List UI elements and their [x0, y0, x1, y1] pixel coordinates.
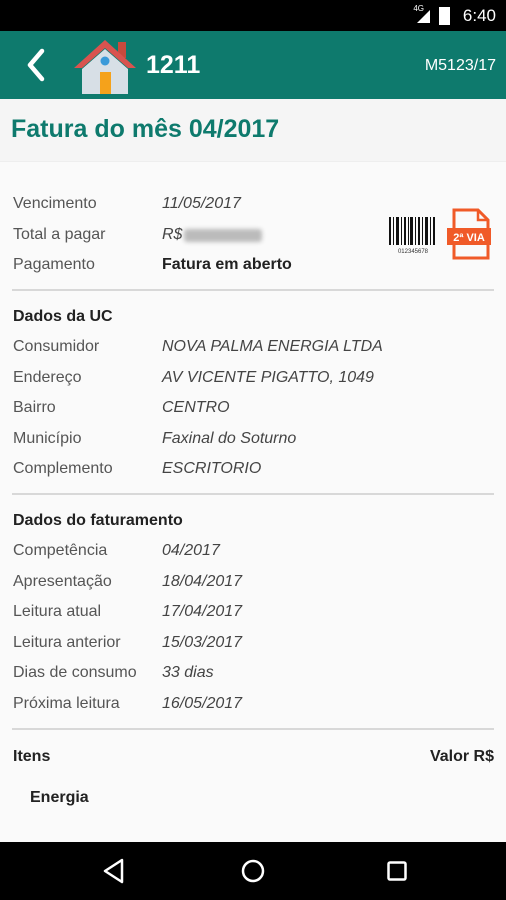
status-time: 6:40 — [462, 6, 496, 25]
divider — [12, 289, 494, 291]
invoice-content: Vencimento 11/05/2017 Total a pagar R$ P… — [0, 162, 506, 842]
payment-row: Pagamento Fatura em aberto — [13, 252, 493, 278]
due-date-label: Vencimento — [13, 195, 97, 212]
uc-number: 1211 — [146, 51, 201, 79]
previous-reading-value: 15/03/2017 — [162, 634, 243, 651]
presentation-row: Apresentação 18/04/2017 — [13, 569, 493, 595]
presentation-label: Apresentação — [13, 573, 112, 590]
complement-label: Complemento — [13, 460, 113, 477]
next-reading-value: 16/05/2017 — [162, 695, 243, 712]
consumption-days-value: 33 dias — [162, 664, 214, 681]
due-date-row: Vencimento 11/05/2017 — [13, 191, 493, 217]
address-value: AV VICENTE PIGATTO, 1049 — [162, 369, 374, 386]
competence-value: 04/2017 — [162, 542, 220, 559]
energy-group-title: Energia — [30, 789, 89, 806]
city-label: Município — [13, 430, 82, 447]
items-header: Itens — [13, 748, 51, 765]
consumer-value: NOVA PALMA ENERGIA LTDA — [162, 338, 383, 355]
address-label: Endereço — [13, 369, 82, 386]
battery-icon — [439, 7, 450, 25]
city-value: Faxinal do Soturno — [162, 430, 297, 447]
consumer-label: Consumidor — [13, 338, 100, 355]
divider — [12, 493, 494, 495]
competence-label: Competência — [13, 542, 108, 559]
value-header: Valor R$ — [429, 748, 494, 765]
blurred-amount — [184, 229, 262, 242]
pdf-label: 2ª VIA — [453, 232, 485, 244]
divider — [12, 728, 494, 730]
district-value: CENTRO — [162, 399, 230, 416]
previous-reading-label: Leitura anterior — [13, 634, 121, 651]
signal-icon — [417, 10, 430, 23]
payment-label: Pagamento — [13, 256, 95, 273]
consumption-days-row: Dias de consumo 33 dias — [13, 660, 493, 686]
reference-code: M5123/17 — [424, 57, 496, 74]
current-reading-row: Leitura atual 17/04/2017 — [13, 599, 493, 625]
due-date-value: 11/05/2017 — [162, 195, 241, 212]
payment-status: Fatura em aberto — [162, 256, 292, 273]
total-value: R$ — [162, 222, 262, 248]
current-reading-value: 17/04/2017 — [162, 603, 243, 620]
complement-row: Complemento ESCRITORIO — [13, 456, 493, 482]
district-row: Bairro CENTRO — [13, 395, 493, 421]
presentation-value: 18/04/2017 — [162, 573, 243, 590]
app-bar: 1211 M5123/17 — [0, 31, 506, 99]
nav-home-icon[interactable] — [241, 859, 265, 883]
address-row: Endereço AV VICENTE PIGATTO, 1049 — [13, 365, 493, 391]
next-reading-label: Próxima leitura — [13, 695, 120, 712]
barcode-text: 012345678 — [398, 249, 429, 255]
pdf-second-copy-icon[interactable]: 2ª VIA — [446, 208, 492, 260]
competence-row: Competência 04/2017 — [13, 538, 493, 564]
uc-section-title: Dados da UC — [13, 308, 113, 325]
billing-section-title: Dados do faturamento — [13, 512, 183, 529]
house-icon — [74, 40, 136, 94]
complement-value: ESCRITORIO — [162, 460, 262, 477]
city-row: Município Faxinal do Soturno — [13, 426, 493, 452]
status-bar: 4G 6:40 — [0, 0, 506, 31]
navigation-bar — [0, 842, 506, 900]
next-reading-row: Próxima leitura 16/05/2017 — [13, 691, 493, 717]
barcode-icon[interactable]: 012345678 — [388, 215, 438, 255]
total-label: Total a pagar — [13, 226, 106, 243]
consumer-row: Consumidor NOVA PALMA ENERGIA LTDA — [13, 334, 493, 360]
page-title: Fatura do mês 04/2017 — [11, 115, 280, 143]
title-bar: Fatura do mês 04/2017 — [0, 99, 506, 162]
consumption-days-label: Dias de consumo — [13, 664, 137, 681]
current-reading-label: Leitura atual — [13, 603, 102, 620]
nav-recent-apps-icon[interactable] — [387, 861, 407, 881]
back-arrow-icon[interactable] — [22, 47, 52, 83]
district-label: Bairro — [13, 399, 56, 416]
nav-back-icon[interactable] — [102, 858, 126, 884]
previous-reading-row: Leitura anterior 15/03/2017 — [13, 630, 493, 656]
